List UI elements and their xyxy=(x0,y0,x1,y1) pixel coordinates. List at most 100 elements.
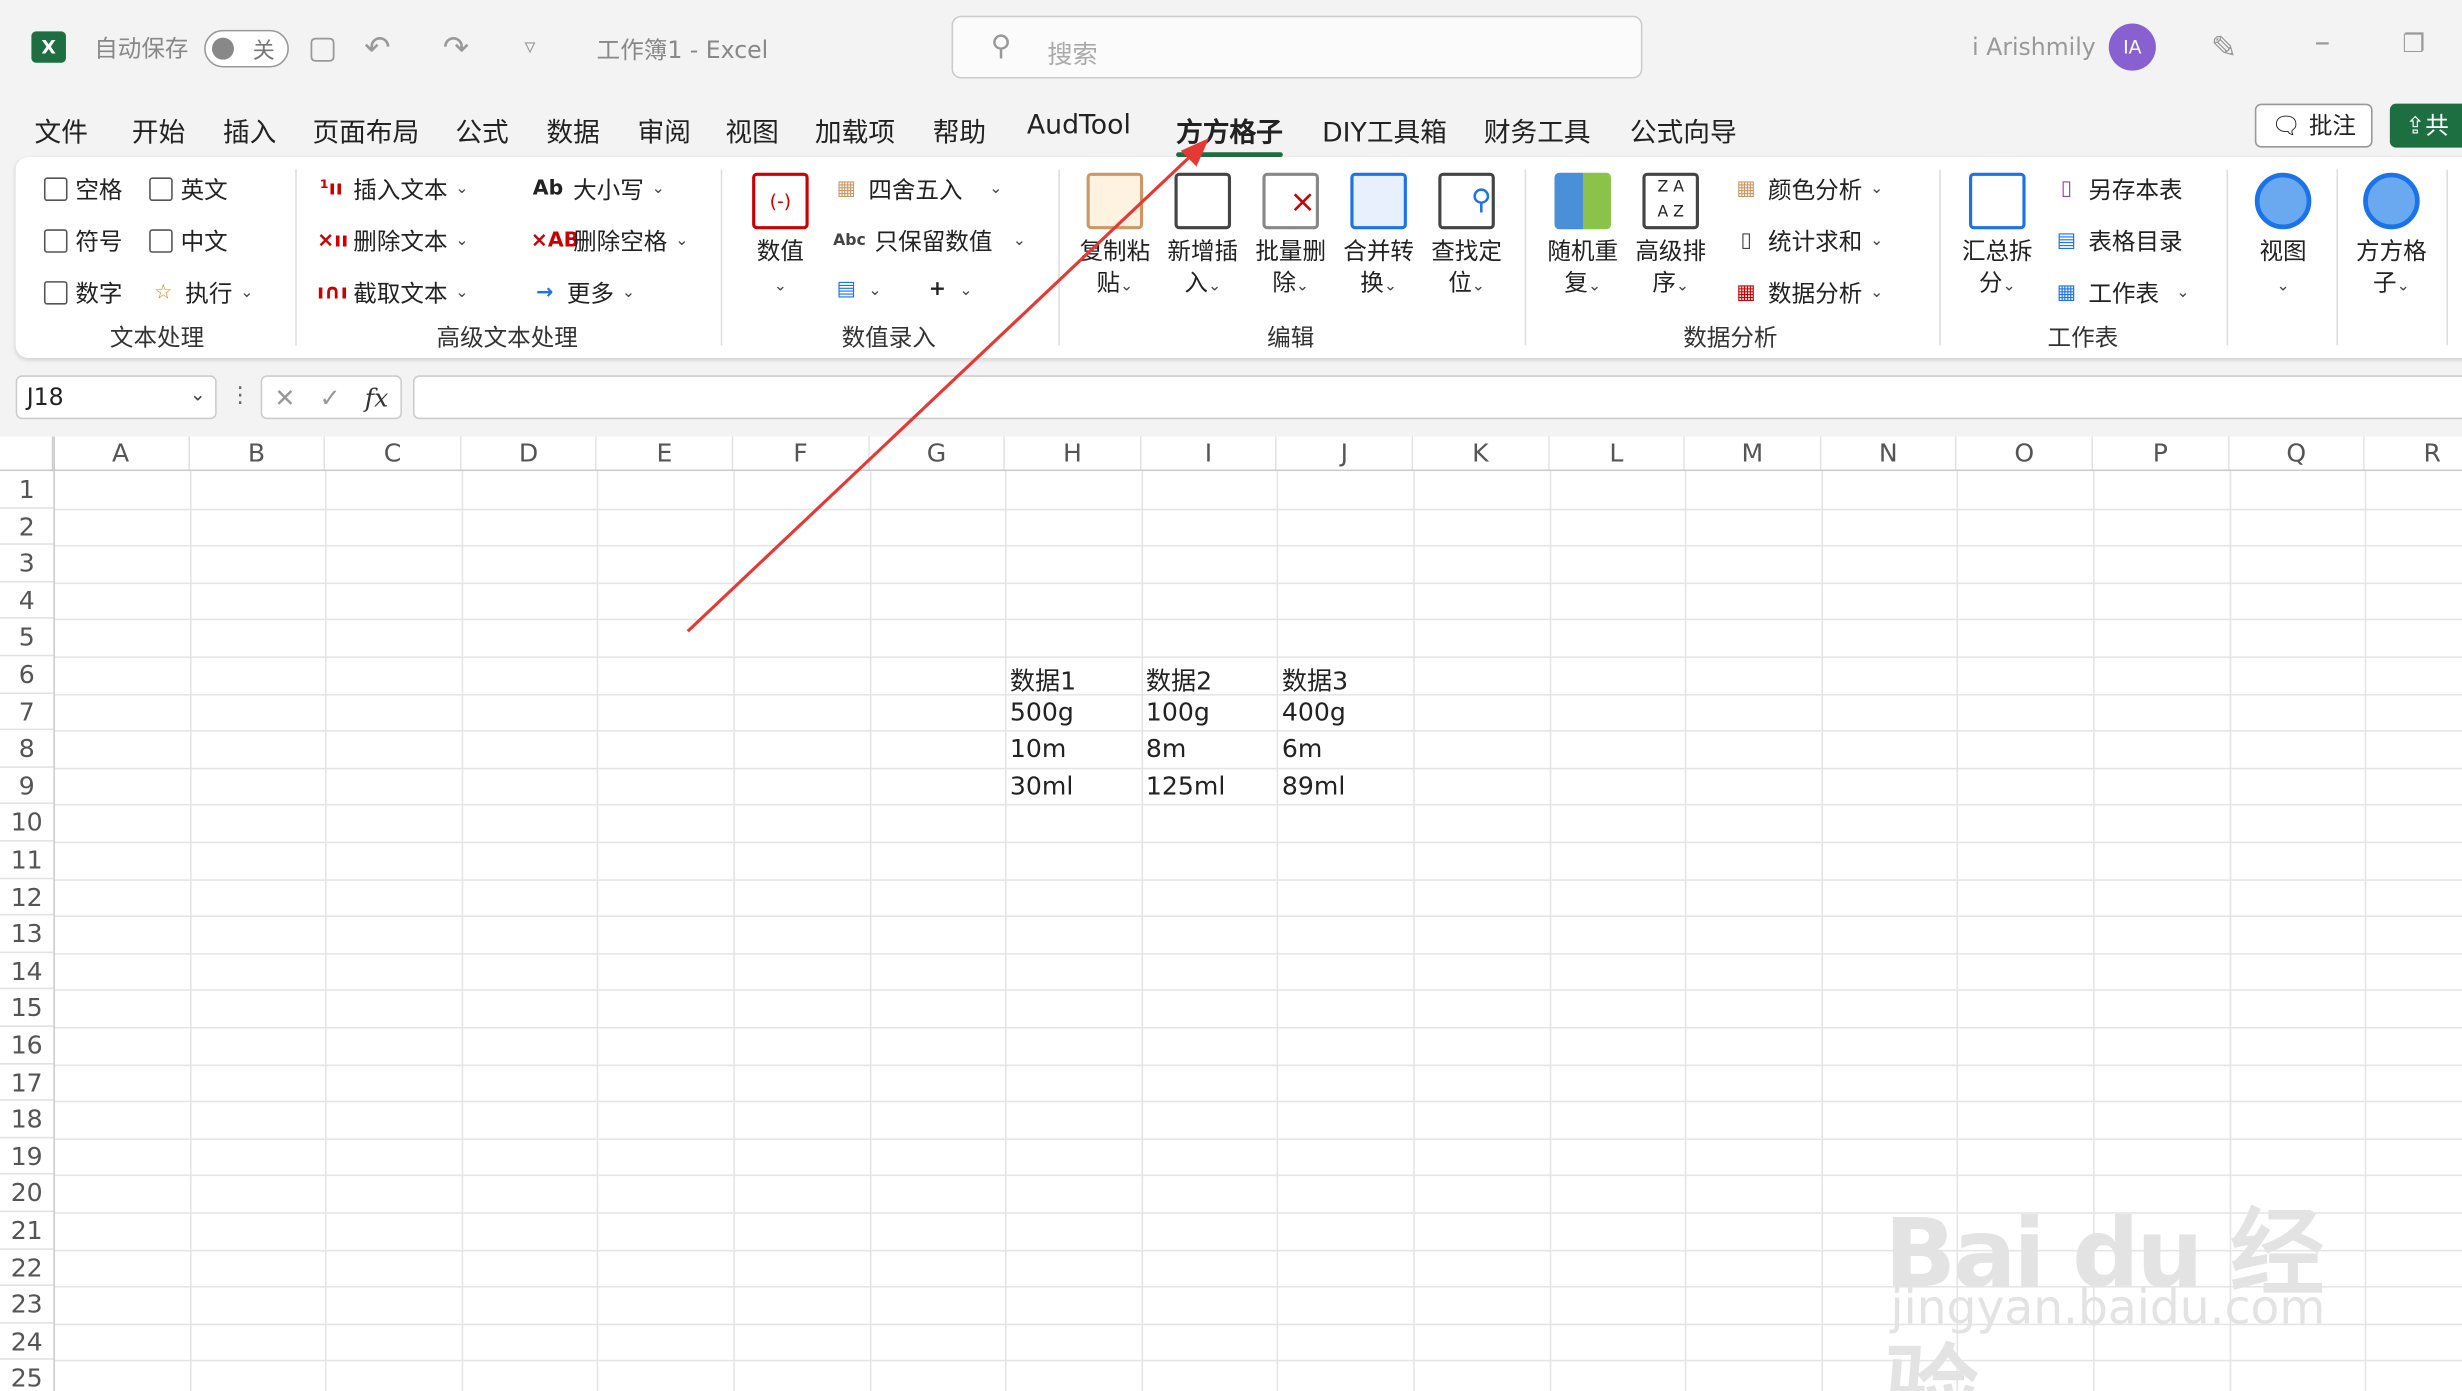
cell-h7[interactable]: 500g xyxy=(1010,697,1074,727)
view-button[interactable]: 视图 ⌄ xyxy=(2239,170,2327,303)
comments-button[interactable]: 🗨 批注 xyxy=(2254,103,2373,148)
column-header-q[interactable]: Q xyxy=(2229,436,2366,472)
search-box[interactable]: ⚲ 搜索 xyxy=(951,15,1643,79)
redo-icon[interactable]: ↷ xyxy=(443,28,469,66)
column-header-p[interactable]: P xyxy=(2093,436,2230,472)
save-icon[interactable]: ▢ xyxy=(308,28,338,66)
worksheet-button[interactable]: ▦ 工作表 ⌄ xyxy=(2052,276,2190,309)
column-header-a[interactable]: A xyxy=(53,436,190,472)
cancel-icon[interactable]: ✕ xyxy=(274,382,295,412)
round-button[interactable]: ▦ 四舍五入 ⌄ xyxy=(832,173,1003,206)
row-header-24[interactable]: 24 xyxy=(0,1323,54,1361)
cell-j7[interactable]: 400g xyxy=(1282,697,1346,727)
column-header-h[interactable]: H xyxy=(1005,436,1142,472)
new-insert-button[interactable]: 新增插 入⌄ xyxy=(1159,170,1247,303)
row-header-13[interactable]: 13 xyxy=(0,916,54,953)
row-header-11[interactable]: 11 xyxy=(0,842,54,879)
share-button[interactable]: ⇪共 xyxy=(2389,103,2462,148)
column-header-f[interactable]: F xyxy=(733,436,870,472)
row-header-4[interactable]: 4 xyxy=(0,582,54,620)
row-header-9[interactable]: 9 xyxy=(0,768,54,805)
checkbox-number[interactable]: 数字 xyxy=(43,276,123,309)
tab-formulas[interactable]: 公式 xyxy=(455,110,508,149)
cell-h8[interactable]: 10m xyxy=(1010,734,1066,764)
column-header-g[interactable]: G xyxy=(869,436,1006,472)
undo-icon[interactable]: ↶ xyxy=(364,28,390,66)
more-button[interactable]: → 更多 ⌄ xyxy=(531,276,635,309)
table-toc-button[interactable]: ▤ 表格目录 xyxy=(2052,225,2183,258)
tab-formula-wizard[interactable]: 公式向导 xyxy=(1630,110,1737,149)
insert-text-button[interactable]: ¹ıı 插入文本 ⌄ xyxy=(317,173,469,206)
row-header-18[interactable]: 18 xyxy=(0,1101,54,1139)
cell-j9[interactable]: 89ml xyxy=(1282,771,1345,801)
row-header-17[interactable]: 17 xyxy=(0,1064,54,1102)
checkbox-space[interactable]: 空格 xyxy=(43,173,123,206)
data-analysis-button[interactable]: ▦ 数据分析 ⌄ xyxy=(1732,276,1883,309)
cell-i8[interactable]: 8m xyxy=(1146,734,1186,764)
copy-paste-button[interactable]: 复制粘 贴⌄ xyxy=(1071,170,1159,303)
row-header-25[interactable]: 25 xyxy=(0,1360,53,1391)
plus-button[interactable]: + ⌄ xyxy=(923,276,973,304)
row-header-5[interactable]: 5 xyxy=(0,619,54,657)
tab-help[interactable]: 帮助 xyxy=(933,110,986,149)
customize-qat-icon[interactable]: ▿ xyxy=(524,35,535,60)
row-header-10[interactable]: 10 xyxy=(0,805,54,842)
tab-home[interactable]: 开始 xyxy=(132,110,185,149)
cell-h6[interactable]: 数据1 xyxy=(1010,659,1076,697)
save-sheet-button[interactable]: ▯ 另存本表 xyxy=(2052,173,2183,206)
row-header-14[interactable]: 14 xyxy=(0,953,54,990)
delete-space-button[interactable]: ×AB 删除空格 ⌄ xyxy=(531,225,689,258)
row-header-12[interactable]: 12 xyxy=(0,879,54,916)
summary-split-button[interactable]: 汇总拆 分⌄ xyxy=(1953,170,2041,303)
tab-diy[interactable]: DIY工具箱 xyxy=(1322,110,1447,149)
autosave-toggle[interactable]: 关 xyxy=(204,29,289,68)
find-locate-button[interactable]: ⚲ 查找定 位⌄ xyxy=(1423,170,1511,303)
column-header-d[interactable]: D xyxy=(461,436,598,472)
advanced-sort-button[interactable]: Z AA Z 高级排 序⌄ xyxy=(1627,170,1715,303)
avatar[interactable]: IA xyxy=(2108,23,2156,71)
row-header-20[interactable]: 20 xyxy=(0,1175,54,1213)
row-header-1[interactable]: 1 xyxy=(0,471,54,509)
row-header-7[interactable]: 7 xyxy=(0,693,54,731)
batch-delete-button[interactable]: × 批量删 除⌄ xyxy=(1247,170,1335,303)
fx-icon[interactable]: fx xyxy=(365,382,388,412)
chevron-down-icon[interactable]: ⌄ xyxy=(190,383,206,405)
delete-text-button[interactable]: ×ıı 删除文本 ⌄ xyxy=(317,225,468,258)
row-header-3[interactable]: 3 xyxy=(0,545,54,583)
row-header-19[interactable]: 19 xyxy=(0,1138,54,1176)
minimize-icon[interactable]: – xyxy=(2314,22,2330,60)
tab-review[interactable]: 审阅 xyxy=(638,110,691,149)
restore-icon[interactable]: ❐ xyxy=(2402,28,2425,58)
cell-i6[interactable]: 数据2 xyxy=(1146,659,1212,697)
checkbox-english[interactable]: 英文 xyxy=(149,173,228,206)
checkbox-chinese[interactable]: 中文 xyxy=(149,225,228,258)
column-header-c[interactable]: C xyxy=(325,436,462,472)
cell-h9[interactable]: 30ml xyxy=(1010,771,1073,801)
tab-addins[interactable]: 加载项 xyxy=(815,110,895,149)
column-header-n[interactable]: N xyxy=(1821,436,1958,472)
column-header-l[interactable]: L xyxy=(1549,436,1686,472)
case-button[interactable]: Ab 大小写 ⌄ xyxy=(531,173,665,206)
tab-audtool[interactable]: AudTool xyxy=(1027,110,1131,141)
row-header-22[interactable]: 22 xyxy=(0,1249,54,1287)
cell-j8[interactable]: 6m xyxy=(1282,734,1322,764)
tab-ffgz[interactable]: 方方格子 xyxy=(1176,110,1283,158)
edit-table-button[interactable]: ▤ ⌄ xyxy=(832,276,882,304)
value-button[interactable]: (-) 数值 ⌄ xyxy=(736,170,824,303)
tab-file[interactable]: 文件 xyxy=(35,110,88,149)
formula-input[interactable] xyxy=(412,375,2462,420)
random-repeat-button[interactable]: 随机重 复⌄ xyxy=(1539,170,1627,303)
row-header-16[interactable]: 16 xyxy=(0,1027,54,1064)
row-header-15[interactable]: 15 xyxy=(0,990,54,1027)
column-header-j[interactable]: J xyxy=(1277,436,1414,472)
row-header-8[interactable]: 8 xyxy=(0,730,54,768)
name-box[interactable]: J18 ⌄ xyxy=(15,375,217,420)
select-all-corner[interactable] xyxy=(0,436,54,472)
color-analysis-button[interactable]: ▦ 颜色分析 ⌄ xyxy=(1732,173,1883,206)
tab-finance[interactable]: 财务工具 xyxy=(1484,110,1591,149)
more-options-icon[interactable]: ⋮ xyxy=(229,383,251,408)
keep-values-button[interactable]: Abc 只保留数值 ⌄ xyxy=(832,225,1026,258)
column-header-k[interactable]: K xyxy=(1413,436,1550,472)
pen-icon[interactable]: ✎ xyxy=(2211,28,2237,66)
column-header-b[interactable]: B xyxy=(189,436,326,472)
